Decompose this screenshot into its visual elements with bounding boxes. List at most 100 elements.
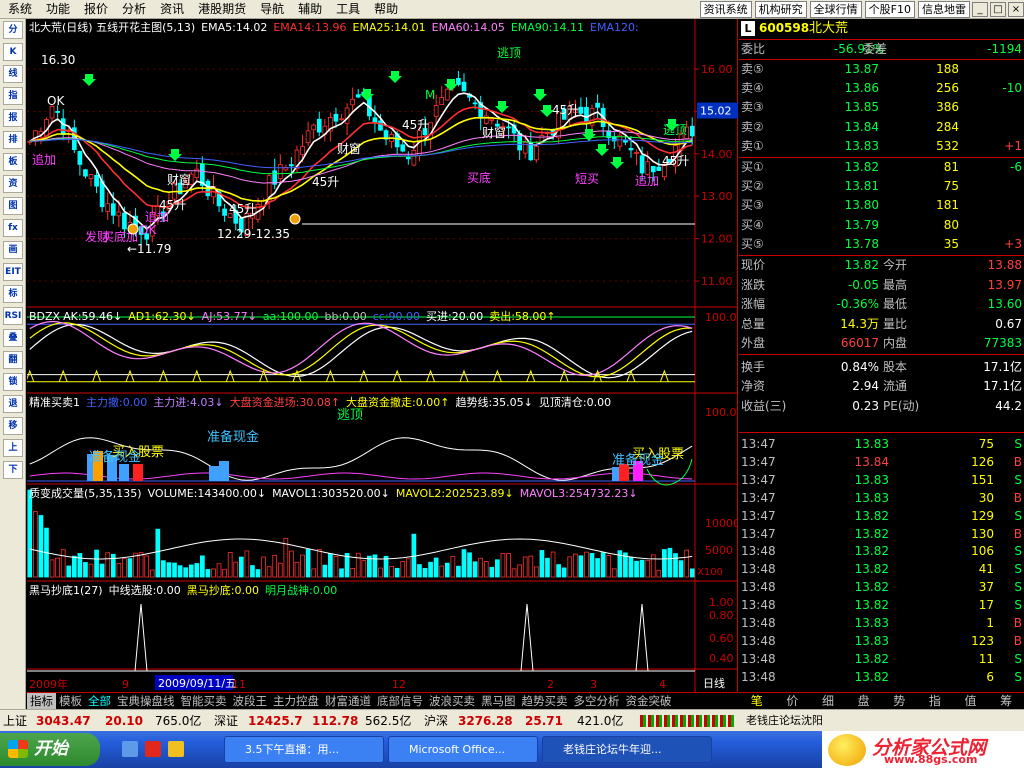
menu-button-0[interactable]: 资讯系统 <box>699 0 752 18</box>
menu-item-9[interactable]: 帮助 <box>366 0 404 19</box>
menu-button-4[interactable]: 信息地雷 <box>918 0 970 18</box>
candle-body-112 <box>650 166 656 173</box>
tool-button-4[interactable]: 报 <box>3 109 23 127</box>
menu-item-5[interactable]: 港股期货 <box>190 0 252 19</box>
volume-bar-97 <box>567 556 573 578</box>
tool-button-18[interactable]: 移 <box>3 417 23 435</box>
tool-button-0[interactable]: 分 <box>3 21 23 39</box>
quote-tab-4[interactable]: 势 <box>882 693 918 709</box>
tool-button-15[interactable]: 翻 <box>3 351 23 369</box>
task-office[interactable]: Microsoft Office... <box>388 736 538 763</box>
task-forum-label: 老钱庄论坛牛年迎... <box>563 743 662 756</box>
tool-button-6[interactable]: 板 <box>3 153 23 171</box>
chart-annotation-6: 45升 <box>229 202 256 216</box>
indicator-tab-9[interactable]: 波浪买卖 <box>426 693 478 709</box>
quote-tab-7[interactable]: 筹 <box>988 693 1024 709</box>
indicator-tab-3[interactable]: 宝典操盘线 <box>114 693 178 709</box>
candle-body-109 <box>634 152 639 154</box>
quote-tab-2[interactable]: 细 <box>810 693 846 709</box>
indicator-tab-2[interactable]: 全部 <box>85 693 114 709</box>
indicator-tab-12[interactable]: 多空分析 <box>571 693 623 709</box>
quote-tab-5[interactable]: 指 <box>917 693 953 709</box>
tool-button-8[interactable]: 图 <box>3 197 23 215</box>
tick-side-12: S <box>1014 651 1022 666</box>
menu-item-7[interactable]: 辅助 <box>290 0 328 19</box>
volume-bar-0 <box>27 489 33 578</box>
quote-tab-6[interactable]: 值 <box>953 693 989 709</box>
menu-item-6[interactable]: 导航 <box>252 0 290 19</box>
stock-logo-icon: L <box>741 21 755 36</box>
close-icon[interactable]: × <box>1008 1 1024 17</box>
menu-item-0[interactable]: 系统 <box>0 0 38 19</box>
indicator-tab-4[interactable]: 智能买卖 <box>178 693 230 709</box>
menu-button-1[interactable]: 机构研究 <box>754 0 807 18</box>
tool-button-5[interactable]: 排 <box>3 131 23 149</box>
hs-change: 25.71 <box>525 714 563 728</box>
app-icon[interactable] <box>145 741 161 757</box>
menu-button-2[interactable]: 全球行情 <box>809 0 862 18</box>
bdzx-peak-24 <box>158 369 168 382</box>
tick-time-3: 13:47 <box>741 490 776 505</box>
tool-button-1[interactable]: K <box>3 43 23 61</box>
tool-button-16[interactable]: 锁 <box>3 373 23 391</box>
indicator-tab-11[interactable]: 趋势买卖 <box>519 693 571 709</box>
indicator-tab-8[interactable]: 底部信号 <box>374 693 426 709</box>
tool-button-13[interactable]: RSI <box>3 307 23 325</box>
indicator-tab-0[interactable]: 指标 <box>27 693 56 709</box>
indicator-tab-6[interactable]: 主力控盘 <box>270 693 322 709</box>
menu-item-3[interactable]: 分析 <box>114 0 152 19</box>
tool-button-14[interactable]: 叠 <box>3 329 23 347</box>
price-tick-label-2: 14.00 <box>701 148 733 161</box>
quote-tab-0[interactable]: 笔 <box>739 693 775 709</box>
candle-body-107 <box>623 140 628 143</box>
indicator-tab-7[interactable]: 财富通道 <box>322 693 374 709</box>
task-forum[interactable]: 老钱庄论坛牛年迎... <box>542 736 712 763</box>
volume-bar-119 <box>689 568 695 578</box>
stat-row-1: 涨跌 -0.05 最高 13.97 <box>739 276 1024 295</box>
menu-item-4[interactable]: 资讯 <box>152 0 190 19</box>
menu-item-2[interactable]: 报价 <box>76 0 114 19</box>
buy-label-4: 买⑤ <box>741 236 764 251</box>
coin-icon-0 <box>289 213 301 225</box>
start-button[interactable]: 开始 <box>0 733 100 766</box>
tool-button-9[interactable]: fx <box>3 219 23 237</box>
task-office-label: Microsoft Office... <box>409 743 506 756</box>
maximize-icon[interactable]: □ <box>990 1 1006 17</box>
tick-price-4: 13.82 <box>854 508 889 523</box>
desktop-icon[interactable] <box>122 741 138 757</box>
volume-bar-23 <box>155 528 161 578</box>
indicator-tab-5[interactable]: 波段王 <box>230 693 271 709</box>
tool-button-20[interactable]: 下 <box>3 461 23 479</box>
quote-tab-1[interactable]: 价 <box>775 693 811 709</box>
tool-button-11[interactable]: EIT <box>3 263 23 281</box>
tool-button-17[interactable]: 退 <box>3 395 23 413</box>
tick-side-11: B <box>1013 633 1022 648</box>
indicator-tab-10[interactable]: 黑马图 <box>478 693 519 709</box>
tool-button-12[interactable]: 标 <box>3 285 23 303</box>
indicator-tab-13[interactable]: 资金突破 <box>623 693 675 709</box>
task-ie[interactable]: 3.5下午直播：用... <box>224 736 384 763</box>
candle-body-99 <box>578 106 584 114</box>
ie-icon[interactable] <box>168 741 184 757</box>
bdzxList-value-1: AD1:62.30↓ <box>128 310 196 323</box>
chart-area[interactable]: 16.0015.0014.0013.0012.0011.0015.0216.30… <box>27 19 738 692</box>
volume-bar-53 <box>322 564 328 578</box>
minimize-icon[interactable]: _ <box>972 1 988 17</box>
menu-item-8[interactable]: 工具 <box>328 0 366 19</box>
sell-price-3: 13.84 <box>844 119 879 134</box>
tool-button-2[interactable]: 线 <box>3 65 23 83</box>
tool-button-19[interactable]: 上 <box>3 439 23 457</box>
tick-price-13: 13.82 <box>854 669 889 684</box>
volume-bar-55 <box>333 555 339 578</box>
tool-button-10[interactable]: 画 <box>3 241 23 259</box>
menu-item-1[interactable]: 功能 <box>38 0 76 19</box>
tool-button-7[interactable]: 资 <box>3 175 23 193</box>
indicator-tab-1[interactable]: 模板 <box>56 693 85 709</box>
menu-button-3[interactable]: 个股F10 <box>864 0 915 18</box>
bdzx-title: BDZX <box>29 310 61 323</box>
tick-time-5: 13:47 <box>741 526 776 541</box>
quote-tab-3[interactable]: 盘 <box>846 693 882 709</box>
volume-bar-79 <box>467 552 472 578</box>
stat-label1-1: 涨跌 <box>741 277 766 292</box>
tool-button-3[interactable]: 指 <box>3 87 23 105</box>
